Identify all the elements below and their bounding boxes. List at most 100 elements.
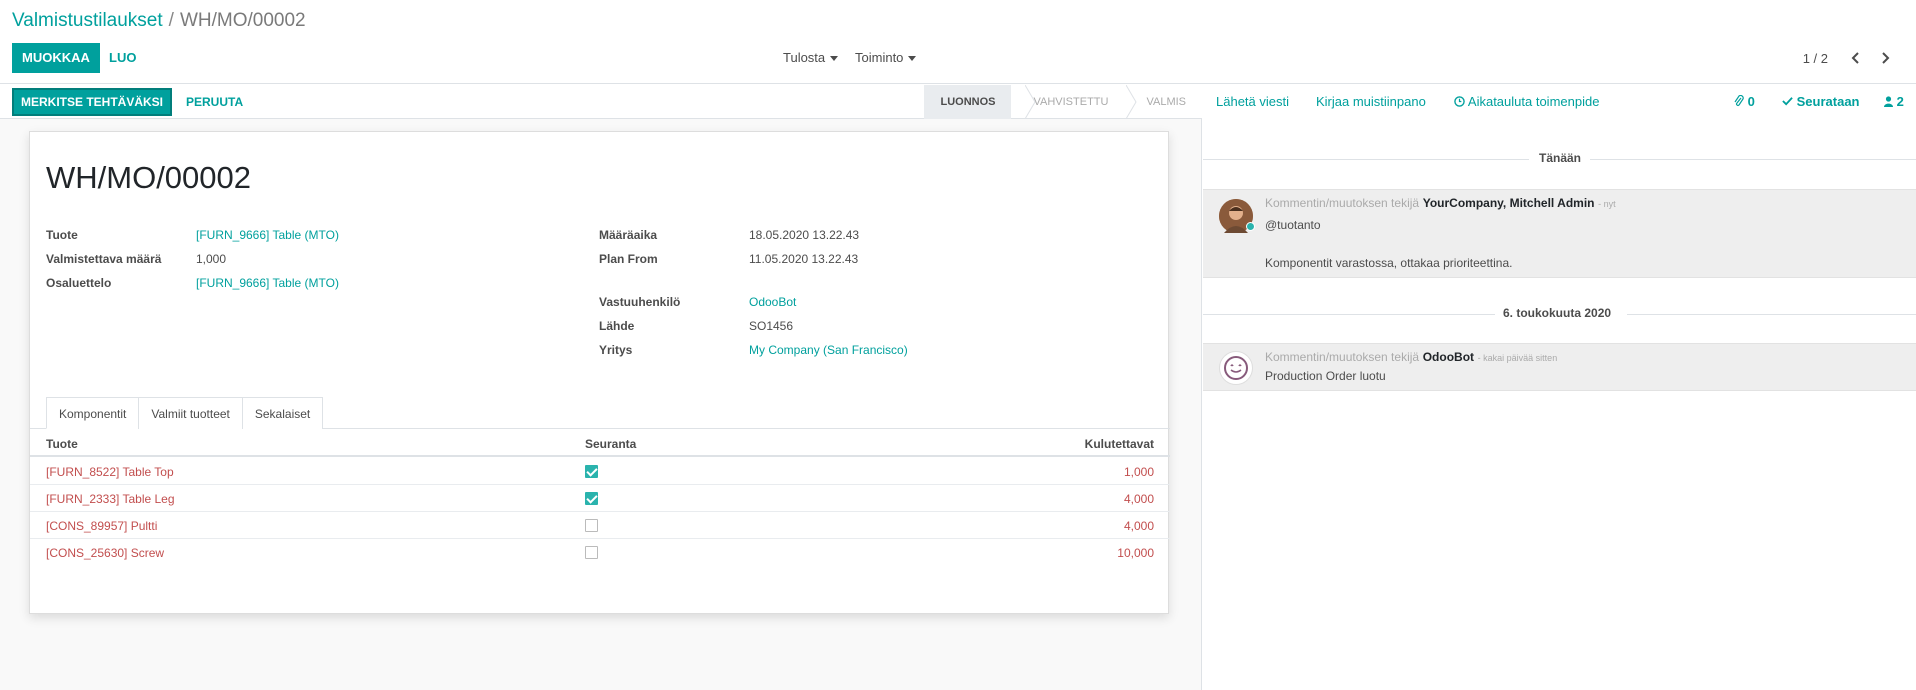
field-bom[interactable]: [FURN_9666] Table (MTO) — [196, 276, 339, 290]
followers-button[interactable]: 2 — [1884, 94, 1904, 109]
message-author-prefix: Kommentin/muutoksen tekijä — [1265, 196, 1420, 210]
column-header-to-consume[interactable]: Kulutettavat — [1085, 437, 1154, 451]
field-label-bom: Osaluettelo — [46, 276, 112, 290]
print-dropdown[interactable]: Tulosta — [783, 50, 839, 65]
field-label-company: Yritys — [599, 343, 633, 357]
message-header: Kommentin/muutoksen tekijä YourCompany, … — [1265, 195, 1616, 210]
message-time: - nyt — [1598, 199, 1616, 209]
row-product: [CONS_89957] Pultti — [46, 519, 158, 533]
row-qty: 10,000 — [1117, 546, 1154, 560]
message-author[interactable]: OdooBot — [1423, 350, 1474, 364]
date-separator-label: Tänään — [1539, 151, 1582, 165]
table-header: Tuote Seuranta Kulutettavat — [30, 430, 1170, 457]
following-button[interactable]: Seurataan — [1782, 94, 1860, 109]
check-icon — [1782, 97, 1793, 106]
status-bar: MERKITSE TEHTÄVÄKSI PERUUTA LUONNOS VAHV… — [0, 85, 1202, 119]
control-panel: Valmistustilaukset / WH/MO/00002 MUOKKAA L… — [0, 0, 1916, 84]
field-responsible[interactable]: OdooBot — [749, 295, 796, 309]
message-body-line: Production Order luotu — [1265, 369, 1386, 383]
chatter-topbar: Lähetä viesti Kirjaa muistiinpano Aikata… — [1203, 85, 1916, 119]
following-label: Seurataan — [1796, 94, 1860, 109]
tab-components[interactable]: Komponentit — [46, 397, 140, 429]
action-dropdown-label: Toiminto — [855, 50, 904, 65]
tracking-checkbox — [585, 519, 598, 532]
date-separator: 6. toukokuuta 2020 — [1203, 306, 1916, 322]
form-sheet: WH/MO/00002 Tuote [FURN_9666] Table (MTO… — [29, 131, 1170, 614]
chevron-right-icon — [1882, 52, 1890, 64]
field-deadline[interactable]: 18.05.2020 13.22.43 — [749, 228, 859, 242]
stage-draft[interactable]: LUONNOS — [924, 85, 1012, 119]
table-row[interactable]: [FURN_8522] Table Top 1,000 — [30, 458, 1170, 485]
date-separator: Tänään — [1203, 151, 1916, 167]
record-title: WH/MO/00002 — [46, 160, 252, 195]
pager-value[interactable]: 1 / 2 — [1803, 51, 1828, 66]
clock-icon — [1454, 96, 1465, 107]
schedule-activity-label: Aikatauluta toimenpide — [1467, 94, 1600, 109]
separator-line — [1203, 314, 1495, 315]
breadcrumb-separator: / — [168, 10, 174, 31]
message-author-prefix: Kommentin/muutoksen tekijä — [1265, 350, 1420, 364]
avatar — [1219, 199, 1255, 233]
cancel-button[interactable]: PERUUTA — [186, 88, 243, 116]
date-separator-label: 6. toukokuuta 2020 — [1503, 306, 1612, 320]
separator-line — [1203, 159, 1529, 160]
column-header-tracking[interactable]: Seuranta — [585, 437, 636, 451]
pager-next-button[interactable] — [1875, 47, 1895, 69]
tab-misc[interactable]: Sekalaiset — [241, 397, 324, 429]
table-row[interactable]: [CONS_89957] Pultti 4,000 — [30, 512, 1170, 539]
column-header-product[interactable]: Tuote — [46, 437, 78, 451]
breadcrumb-parent-link[interactable]: Valmistustilaukset — [12, 10, 163, 31]
field-label-responsible: Vastuuhenkilö — [599, 295, 681, 309]
pager-previous-button[interactable] — [1846, 47, 1866, 69]
form-view: MERKITSE TEHTÄVÄKSI PERUUTA LUONNOS VAHV… — [0, 85, 1202, 690]
stage-arrow-icon — [1025, 85, 1036, 119]
stage-arrow-icon — [1126, 85, 1137, 119]
create-button[interactable]: LUO — [109, 43, 136, 73]
field-label-plan-from: Plan From — [599, 252, 658, 266]
online-status-icon — [1246, 222, 1255, 231]
row-qty: 4,000 — [1123, 492, 1154, 506]
chatter-message[interactable]: Kommentin/muutoksen tekijä YourCompany, … — [1203, 189, 1916, 278]
log-note-button[interactable]: Kirjaa muistiinpano — [1316, 94, 1426, 109]
chatter-message[interactable]: Kommentin/muutoksen tekijä OdooBot - kak… — [1203, 343, 1916, 391]
tracking-checkbox — [585, 492, 598, 505]
field-label-qty: Valmistettava määrä — [46, 252, 162, 266]
separator-line — [1590, 159, 1916, 160]
breadcrumb-current: WH/MO/00002 — [179, 10, 306, 31]
table-row[interactable]: [CONS_25630] Screw 10,000 — [30, 539, 1170, 566]
edit-button[interactable]: MUOKKAA — [12, 43, 100, 73]
field-source[interactable]: SO1456 — [749, 319, 793, 333]
schedule-activity-button[interactable]: Aikatauluta toimenpide — [1454, 94, 1599, 109]
odoobot-face-icon — [1224, 356, 1248, 380]
chatter-panel: Lähetä viesti Kirjaa muistiinpano Aikata… — [1203, 85, 1916, 690]
field-plan-from[interactable]: 11.05.2020 13.22.43 — [749, 252, 858, 266]
tracking-checkbox — [585, 546, 598, 559]
followers-count: 2 — [1896, 94, 1904, 109]
mark-todo-button[interactable]: MERKITSE TEHTÄVÄKSI — [12, 88, 173, 116]
tab-finished-products[interactable]: Valmiit tuotteet — [138, 397, 243, 429]
row-product: [CONS_25630] Screw — [46, 546, 165, 560]
caret-down-icon — [908, 56, 917, 62]
field-product[interactable]: [FURN_9666] Table (MTO) — [196, 228, 339, 242]
breadcrumb: Valmistustilaukset / WH/MO/00002 — [12, 10, 306, 32]
caret-down-icon — [830, 56, 839, 62]
message-time: - kakai päivää sitten — [1477, 353, 1558, 363]
send-message-button[interactable]: Lähetä viesti — [1216, 94, 1289, 109]
chevron-left-icon — [1851, 52, 1859, 64]
field-qty[interactable]: 1,000 — [196, 252, 226, 266]
field-company[interactable]: My Company (San Francisco) — [749, 343, 908, 357]
avatar — [1219, 351, 1253, 385]
message-body-line: @tuotanto — [1265, 218, 1321, 232]
field-label-product: Tuote — [46, 228, 78, 242]
stage-pipeline: LUONNOS VAHVISTETTU VALMIS — [924, 85, 1202, 119]
tracking-checkbox — [585, 465, 598, 478]
user-icon — [1884, 96, 1893, 107]
attachments-button[interactable]: 0 — [1734, 94, 1755, 109]
notebook-tabs: Komponentit Valmiit tuotteet Sekalaiset — [46, 397, 324, 429]
message-body-line: Komponentit varastossa, ottakaa priorite… — [1265, 256, 1513, 270]
action-dropdown[interactable]: Toiminto — [855, 50, 917, 65]
message-author[interactable]: YourCompany, Mitchell Admin — [1423, 196, 1595, 210]
field-label-source: Lähde — [599, 319, 635, 333]
message-header: Kommentin/muutoksen tekijä OdooBot - kak… — [1265, 349, 1557, 364]
table-row[interactable]: [FURN_2333] Table Leg 4,000 — [30, 485, 1170, 512]
